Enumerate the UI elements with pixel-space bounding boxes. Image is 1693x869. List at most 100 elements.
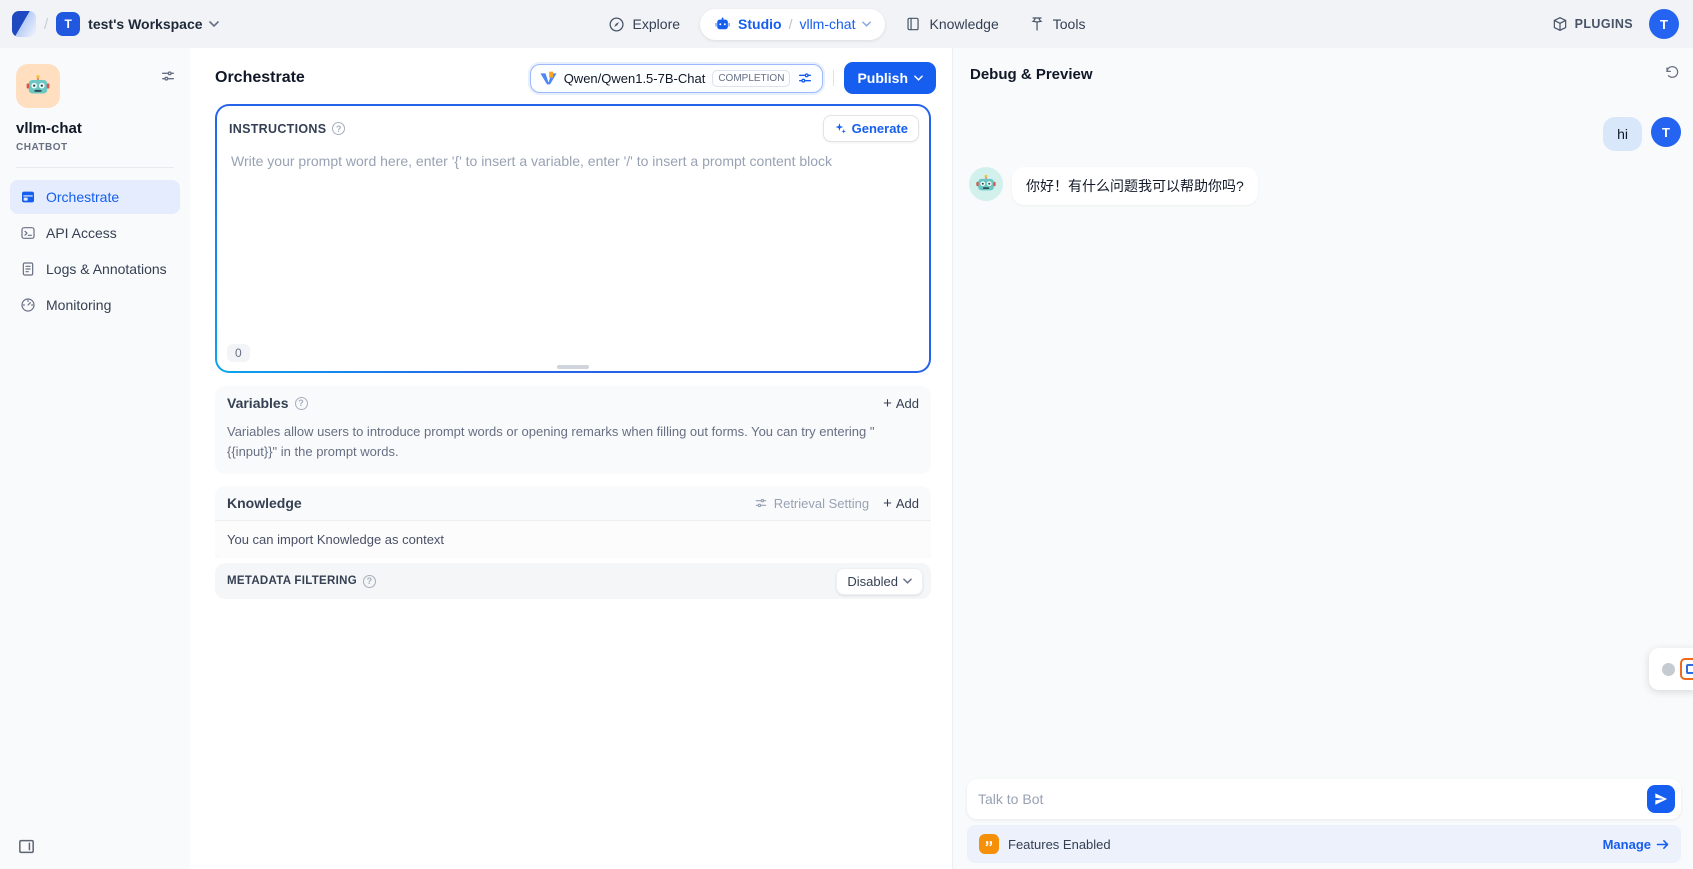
workspace-badge[interactable]: T <box>56 12 80 36</box>
user-avatar: T <box>1651 117 1681 147</box>
variables-section: Variables ? + Add Variables allow users … <box>215 386 931 474</box>
metadata-filtering-title: METADATA FILTERING ? <box>227 575 376 588</box>
orchestrate-panel: Orchestrate Qwen/Qwen1.5-7B-Chat COMPLET… <box>190 48 952 869</box>
generate-button[interactable]: Generate <box>823 115 919 142</box>
restart-conversation-icon[interactable] <box>1664 64 1680 85</box>
nav-tools[interactable]: Tools <box>1019 10 1096 38</box>
book-icon <box>905 16 921 32</box>
prompt-editor[interactable] <box>217 149 929 371</box>
variables-description: Variables allow users to introduce promp… <box>215 420 931 474</box>
talk-to-bot-input[interactable] <box>978 791 1647 807</box>
metadata-filtering-label: METADATA FILTERING <box>227 575 357 587</box>
sidebar-item-api-access[interactable]: API Access <box>10 216 180 250</box>
model-mode-badge: COMPLETION <box>712 70 790 87</box>
sidebar-divider <box>16 167 174 168</box>
logs-icon <box>20 261 36 277</box>
send-button[interactable] <box>1647 785 1675 813</box>
nav-explore-label: Explore <box>633 16 680 32</box>
features-enabled-label: Features Enabled <box>1008 837 1111 852</box>
divider <box>833 70 834 86</box>
workspace-selector[interactable]: test's Workspace <box>88 16 218 32</box>
features-bar: Features Enabled Manage <box>967 825 1681 863</box>
add-knowledge-button[interactable]: + Add <box>883 496 919 511</box>
dify-logo[interactable] <box>12 11 36 37</box>
manage-features-link[interactable]: Manage <box>1603 837 1669 852</box>
model-settings-icon[interactable] <box>797 70 813 86</box>
sidebar-item-label: Orchestrate <box>46 189 119 205</box>
manage-label: Manage <box>1603 837 1651 852</box>
extension-icon <box>1680 658 1693 680</box>
metadata-filtering-select[interactable]: Disabled <box>836 568 923 595</box>
app-type-label: CHATBOT <box>16 142 176 153</box>
generate-label: Generate <box>852 121 908 136</box>
variables-title: Variables ? <box>227 395 308 411</box>
app-operations-icon[interactable] <box>160 68 176 89</box>
sparkle-icon <box>834 122 847 135</box>
bot-avatar <box>969 167 1003 201</box>
knowledge-section: Knowledge Retrieval Setting + Add You ca… <box>215 486 931 558</box>
workspace-name: test's Workspace <box>88 16 202 32</box>
plugins-button[interactable]: PLUGINS <box>1552 16 1633 32</box>
hammer-icon <box>1029 16 1045 32</box>
sidebar-item-logs-annotations[interactable]: Logs & Annotations <box>10 252 180 286</box>
floating-extension-widget[interactable] <box>1649 648 1693 690</box>
bot-message-bubble: 你好！有什么问题我可以帮助你吗? <box>1012 167 1258 205</box>
chevron-down-icon <box>209 21 219 27</box>
add-variable-button[interactable]: + Add <box>883 396 919 411</box>
instructions-label: INSTRUCTIONS <box>229 122 326 136</box>
info-icon: ? <box>332 122 345 135</box>
sidebar-item-label: Logs & Annotations <box>46 261 167 277</box>
top-nav-right: PLUGINS T <box>1552 9 1679 39</box>
sidebar-item-label: API Access <box>46 225 117 241</box>
chat-history: hi T 你好！有什么问题我可以帮助你吗? <box>953 93 1693 779</box>
retrieval-setting-button[interactable]: Retrieval Setting <box>754 496 869 511</box>
account-avatar[interactable]: T <box>1649 9 1679 39</box>
chevron-down-icon <box>914 75 923 81</box>
workspace-breadcrumb: / T test's Workspace <box>12 11 219 37</box>
send-icon <box>1654 792 1668 806</box>
chat-input-area: Features Enabled Manage <box>953 779 1693 869</box>
gray-dot-icon <box>1662 663 1675 676</box>
retrieval-setting-label: Retrieval Setting <box>774 496 869 511</box>
app-avatar[interactable] <box>16 64 60 108</box>
nav-studio-pill[interactable]: Studio / vllm-chat <box>700 9 885 40</box>
nav-knowledge[interactable]: Knowledge <box>895 10 1008 38</box>
chevron-down-icon <box>862 21 871 27</box>
nav-current-app: vllm-chat <box>799 16 855 32</box>
user-message-bubble: hi <box>1603 117 1642 151</box>
package-icon <box>1552 16 1568 32</box>
chat-message-user: hi T <box>965 117 1683 151</box>
add-variable-label: Add <box>896 396 919 411</box>
plus-icon: + <box>883 396 892 411</box>
instructions-title: INSTRUCTIONS ? <box>229 122 345 136</box>
nav-studio-label: Studio <box>738 16 782 32</box>
vllm-logo-icon <box>540 71 557 85</box>
robot-icon <box>714 16 731 33</box>
collapse-sidebar-icon[interactable] <box>18 839 35 859</box>
metadata-filtering-value: Disabled <box>847 574 898 589</box>
model-selector[interactable]: Qwen/Qwen1.5-7B-Chat COMPLETION <box>530 64 824 93</box>
info-icon: ? <box>295 397 308 410</box>
publish-label: Publish <box>857 70 908 86</box>
nav-tools-label: Tools <box>1053 16 1086 32</box>
plugins-label: PLUGINS <box>1575 17 1633 31</box>
chat-message-bot: 你好！有什么问题我可以帮助你吗? <box>965 167 1683 205</box>
breadcrumb-slash: / <box>44 16 48 33</box>
orchestrate-icon <box>20 189 36 205</box>
publish-button[interactable]: Publish <box>844 62 936 94</box>
sidebar-item-monitoring[interactable]: Monitoring <box>10 288 180 322</box>
page-title: Orchestrate <box>215 69 305 87</box>
variables-label: Variables <box>227 395 289 411</box>
pill-slash: / <box>789 16 793 32</box>
retrieval-settings-icon <box>754 496 768 510</box>
nav-explore[interactable]: Explore <box>598 10 690 39</box>
debug-preview-panel: Debug & Preview hi T <box>952 48 1693 869</box>
primary-nav: Explore Studio / vllm-chat Knowledge Too… <box>598 0 1096 48</box>
resize-handle[interactable] <box>557 365 589 369</box>
robot-emoji-icon <box>975 173 997 195</box>
plus-icon: + <box>883 496 892 511</box>
nav-knowledge-label: Knowledge <box>929 16 998 32</box>
debug-preview-title: Debug & Preview <box>970 66 1093 83</box>
compass-icon <box>608 16 625 33</box>
sidebar-item-orchestrate[interactable]: Orchestrate <box>10 180 180 214</box>
